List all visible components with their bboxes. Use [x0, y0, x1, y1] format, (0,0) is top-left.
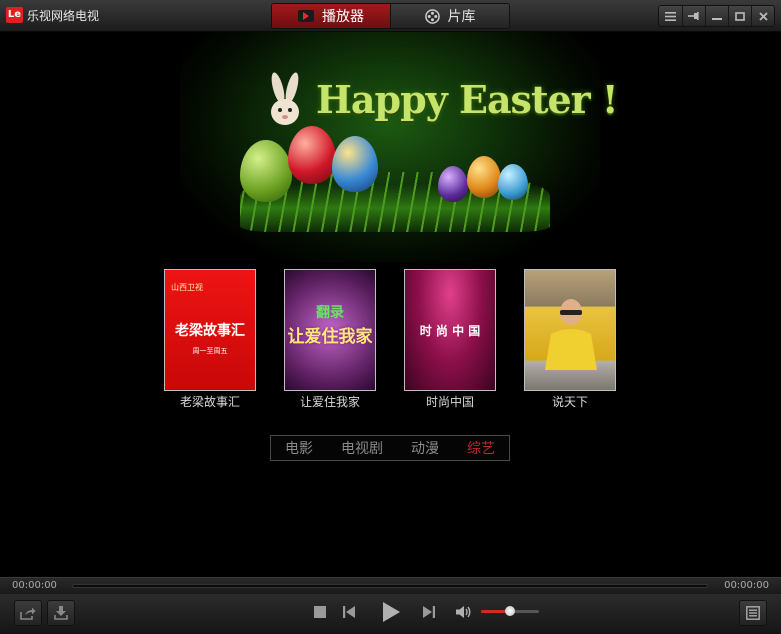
next-icon: [423, 606, 435, 618]
show-title: 老梁故事汇: [179, 395, 240, 409]
category-tabs: 电影 电视剧 动漫 综艺: [270, 435, 510, 461]
egg-red-decoration: [288, 126, 336, 184]
total-time: 00:00:00: [724, 580, 769, 591]
egg-purple-decoration: [438, 166, 468, 202]
show-card[interactable]: 山西卫视 老梁故事汇 周一至周五 老梁故事汇: [164, 269, 256, 410]
close-icon: [758, 11, 768, 21]
featured-shows: 山西卫视 老梁故事汇 周一至周五 老梁故事汇 翻录 让爱住我家 让爱住我家 时 …: [164, 269, 624, 409]
tab-player[interactable]: 播放器: [272, 4, 390, 28]
egg-cyan-decoration: [498, 164, 528, 200]
current-time: 00:00:00: [12, 580, 57, 591]
show-card[interactable]: 翻录 让爱住我家 让爱住我家: [284, 269, 376, 410]
poster-title: 老梁故事汇: [175, 323, 245, 339]
banner-title: Happy Easter !: [316, 77, 619, 122]
menu-icon: [665, 11, 676, 21]
pin-icon: [688, 12, 699, 20]
poster-title: 时 尚 中 国: [419, 324, 481, 338]
show-poster[interactable]: 时 尚 中 国: [404, 269, 496, 391]
download-icon: [54, 606, 68, 620]
poster-badge: 翻录: [316, 305, 344, 321]
show-card[interactable]: 时 尚 中 国 时尚中国: [404, 269, 496, 410]
speaker-icon: [456, 606, 471, 618]
poster-channel: 山西卫视: [171, 283, 203, 292]
play-button[interactable]: [378, 599, 404, 625]
play-icon: [298, 10, 314, 22]
progress-track[interactable]: [72, 584, 708, 588]
playlist-icon: [746, 606, 760, 620]
previous-button[interactable]: [341, 604, 357, 620]
egg-green-decoration: [240, 140, 292, 202]
egg-orange-decoration: [467, 156, 501, 198]
previous-icon: [343, 606, 355, 618]
pin-button[interactable]: [682, 6, 705, 26]
minimize-icon: [712, 18, 722, 20]
show-title: 让爱住我家: [299, 395, 360, 409]
tab-library[interactable]: 片库: [390, 4, 509, 28]
maximize-button[interactable]: [728, 6, 751, 26]
category-anime[interactable]: 动漫: [407, 438, 443, 458]
show-poster[interactable]: 翻录 让爱住我家: [284, 269, 376, 391]
title-bar: Le 乐视网络电视 播放器 片库: [0, 0, 781, 32]
category-variety[interactable]: 综艺: [463, 438, 499, 458]
maximize-icon: [735, 11, 745, 21]
volume-slider[interactable]: [481, 606, 539, 616]
tab-player-label: 播放器: [322, 9, 364, 25]
volume-handle[interactable]: [505, 606, 515, 616]
minimize-button[interactable]: [705, 6, 728, 26]
playlist-button[interactable]: [739, 600, 767, 626]
host-figure-image: [545, 299, 597, 370]
stop-button[interactable]: [312, 604, 328, 620]
category-movies[interactable]: 电影: [281, 438, 317, 458]
category-tv-series[interactable]: 电视剧: [337, 438, 387, 458]
poster-schedule: 周一至周五: [192, 347, 228, 355]
next-button[interactable]: [421, 604, 437, 620]
film-reel-icon: [424, 8, 440, 24]
stop-icon: [314, 606, 326, 618]
play-icon: [382, 602, 400, 622]
letv-logo: Le: [6, 7, 23, 23]
show-poster[interactable]: [524, 269, 616, 391]
easter-banner[interactable]: Happy Easter !: [180, 32, 619, 262]
main-area: Happy Easter ! 山西卫视 老梁故事汇 周一至周五 老梁故事汇 翻录…: [0, 32, 781, 577]
show-card[interactable]: 说天下: [524, 269, 616, 410]
seek-bar: 00:00:00 00:00:00: [0, 577, 781, 594]
show-title: 说天下: [551, 395, 588, 409]
app-title: 乐视网络电视: [27, 9, 100, 23]
share-icon: [20, 607, 36, 620]
share-button[interactable]: [14, 600, 42, 626]
egg-blue-decoration: [332, 136, 378, 192]
window-controls: [658, 5, 775, 27]
poster-title: 让爱住我家: [287, 327, 373, 347]
menu-button[interactable]: [659, 6, 682, 26]
control-bar: [0, 594, 781, 634]
show-title: 时尚中国: [425, 395, 474, 409]
close-button[interactable]: [751, 6, 774, 26]
tab-library-label: 片库: [447, 9, 476, 25]
mode-tabs: 播放器 片库: [271, 3, 510, 29]
show-poster[interactable]: 山西卫视 老梁故事汇 周一至周五: [164, 269, 256, 391]
download-button[interactable]: [47, 600, 75, 626]
volume-button[interactable]: [455, 603, 473, 621]
